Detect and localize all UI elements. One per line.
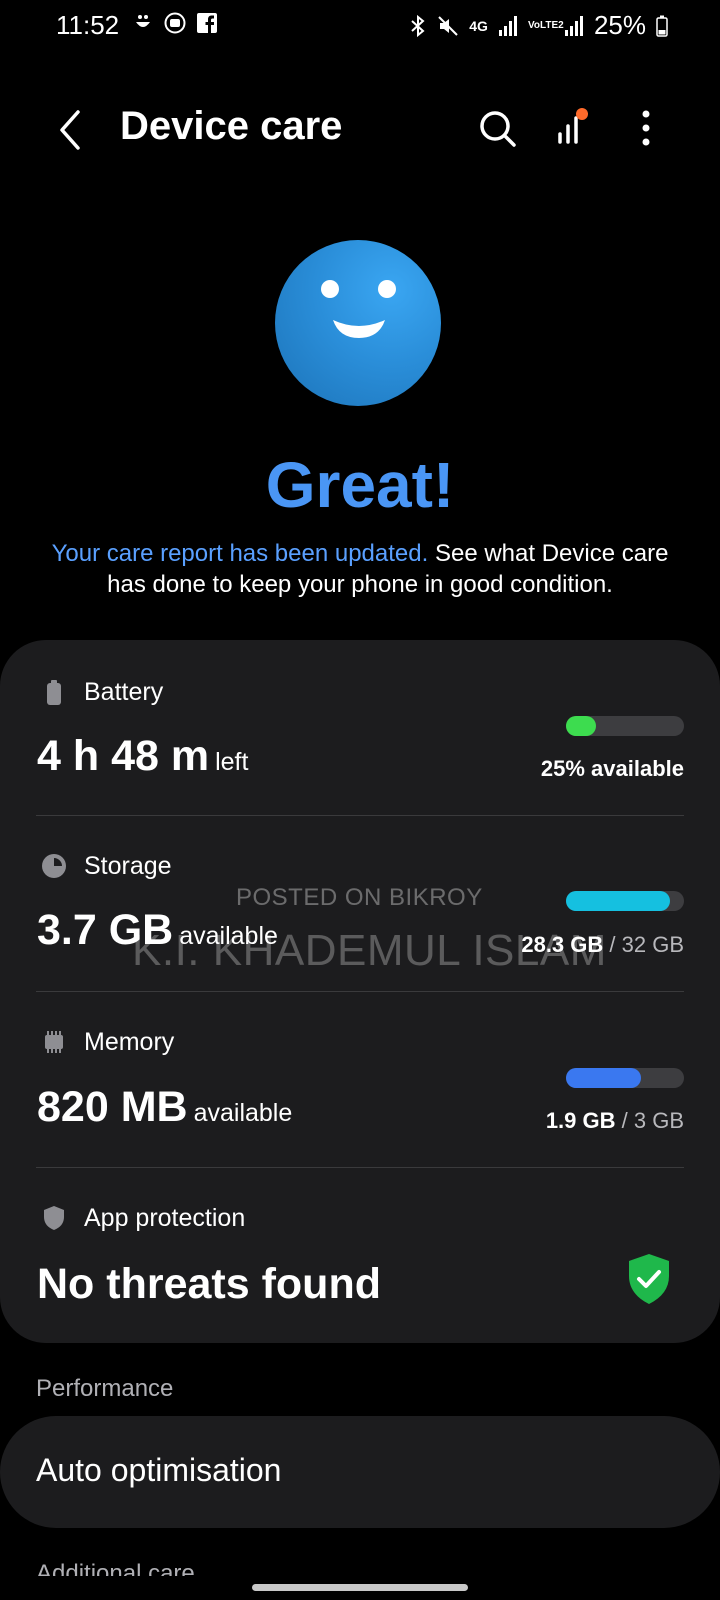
memory-used: 1.9 GB bbox=[545, 1108, 616, 1133]
memory-available: 820 MB bbox=[37, 1083, 188, 1131]
battery-label: Battery bbox=[84, 678, 164, 706]
smile-notification-icon bbox=[136, 15, 150, 27]
battery-percent: 25% bbox=[593, 10, 646, 40]
watermark-line-2: K.I. KHADEMUL ISLAM bbox=[132, 926, 607, 975]
status-subtitle: Your care report has been updated. See w… bbox=[40, 538, 680, 600]
status-face-icon bbox=[275, 240, 441, 406]
media-notification-icon bbox=[164, 12, 186, 34]
battery-bar-fill bbox=[566, 716, 596, 736]
memory-label: Memory bbox=[84, 1028, 175, 1056]
search-icon bbox=[480, 111, 516, 147]
back-icon bbox=[60, 110, 80, 150]
mute-icon bbox=[438, 15, 458, 36]
volte-indicator: VoLTE2 bbox=[527, 20, 564, 31]
performance-section-label: Performance bbox=[36, 1375, 174, 1402]
app-protection-row[interactable] bbox=[0, 1168, 720, 1338]
home-gesture-bar[interactable] bbox=[252, 1584, 468, 1591]
storage-label: Storage bbox=[84, 852, 172, 880]
additional-care-section-label: Additional care bbox=[36, 1560, 195, 1576]
battery-unit: left bbox=[215, 748, 249, 776]
notification-dot bbox=[576, 108, 588, 120]
battery-value: 4 h 48 m left bbox=[37, 732, 248, 781]
page-title: Device care bbox=[120, 104, 343, 148]
app-protection-status: No threats found bbox=[37, 1260, 381, 1308]
bluetooth-icon bbox=[411, 14, 425, 37]
battery-bar bbox=[566, 716, 684, 736]
search-button[interactable] bbox=[474, 102, 522, 154]
memory-bar bbox=[566, 1068, 684, 1088]
signal-icon bbox=[498, 15, 517, 36]
battery-time-left: 4 h 48 m bbox=[37, 732, 210, 780]
memory-chip-icon bbox=[45, 1031, 63, 1053]
status-time: 11:52 bbox=[56, 10, 120, 40]
shield-check-icon bbox=[629, 1254, 669, 1304]
back-button[interactable] bbox=[50, 100, 90, 160]
memory-unit: available bbox=[193, 1099, 293, 1127]
memory-total: / 3 GB bbox=[621, 1108, 684, 1133]
battery-icon bbox=[656, 15, 668, 37]
more-options-button[interactable] bbox=[622, 102, 670, 154]
storage-bar bbox=[566, 891, 684, 911]
memory-value: 820 MB available bbox=[37, 1083, 292, 1132]
report-button[interactable] bbox=[552, 102, 600, 154]
care-report-link[interactable]: Your care report has been updated. bbox=[52, 540, 429, 567]
shield-icon bbox=[44, 1206, 64, 1230]
facebook-icon bbox=[197, 13, 217, 33]
app-protection-label: App protection bbox=[84, 1204, 246, 1232]
memory-bar-fill bbox=[566, 1068, 641, 1088]
storage-row-icon bbox=[42, 854, 66, 878]
storage-total: / 32 GB bbox=[609, 932, 684, 957]
status-headline: Great! bbox=[265, 449, 455, 521]
network-type: 4G bbox=[469, 17, 488, 34]
status-notification-icons bbox=[132, 12, 218, 34]
stats-icon bbox=[558, 108, 588, 144]
more-icon bbox=[642, 110, 650, 146]
status-system-icons: 4G VoLTE2 25% bbox=[409, 10, 668, 41]
storage-bar-fill bbox=[566, 891, 671, 911]
battery-row-icon bbox=[47, 680, 61, 705]
signal-icon-2 bbox=[564, 15, 583, 36]
memory-caption: 1.9 GB / 3 GB bbox=[546, 1108, 684, 1134]
auto-optimisation-label: Auto optimisation bbox=[36, 1452, 282, 1488]
battery-caption: 25% available bbox=[540, 756, 684, 781]
watermark-line-1: POSTED ON BIKROY bbox=[236, 884, 483, 911]
